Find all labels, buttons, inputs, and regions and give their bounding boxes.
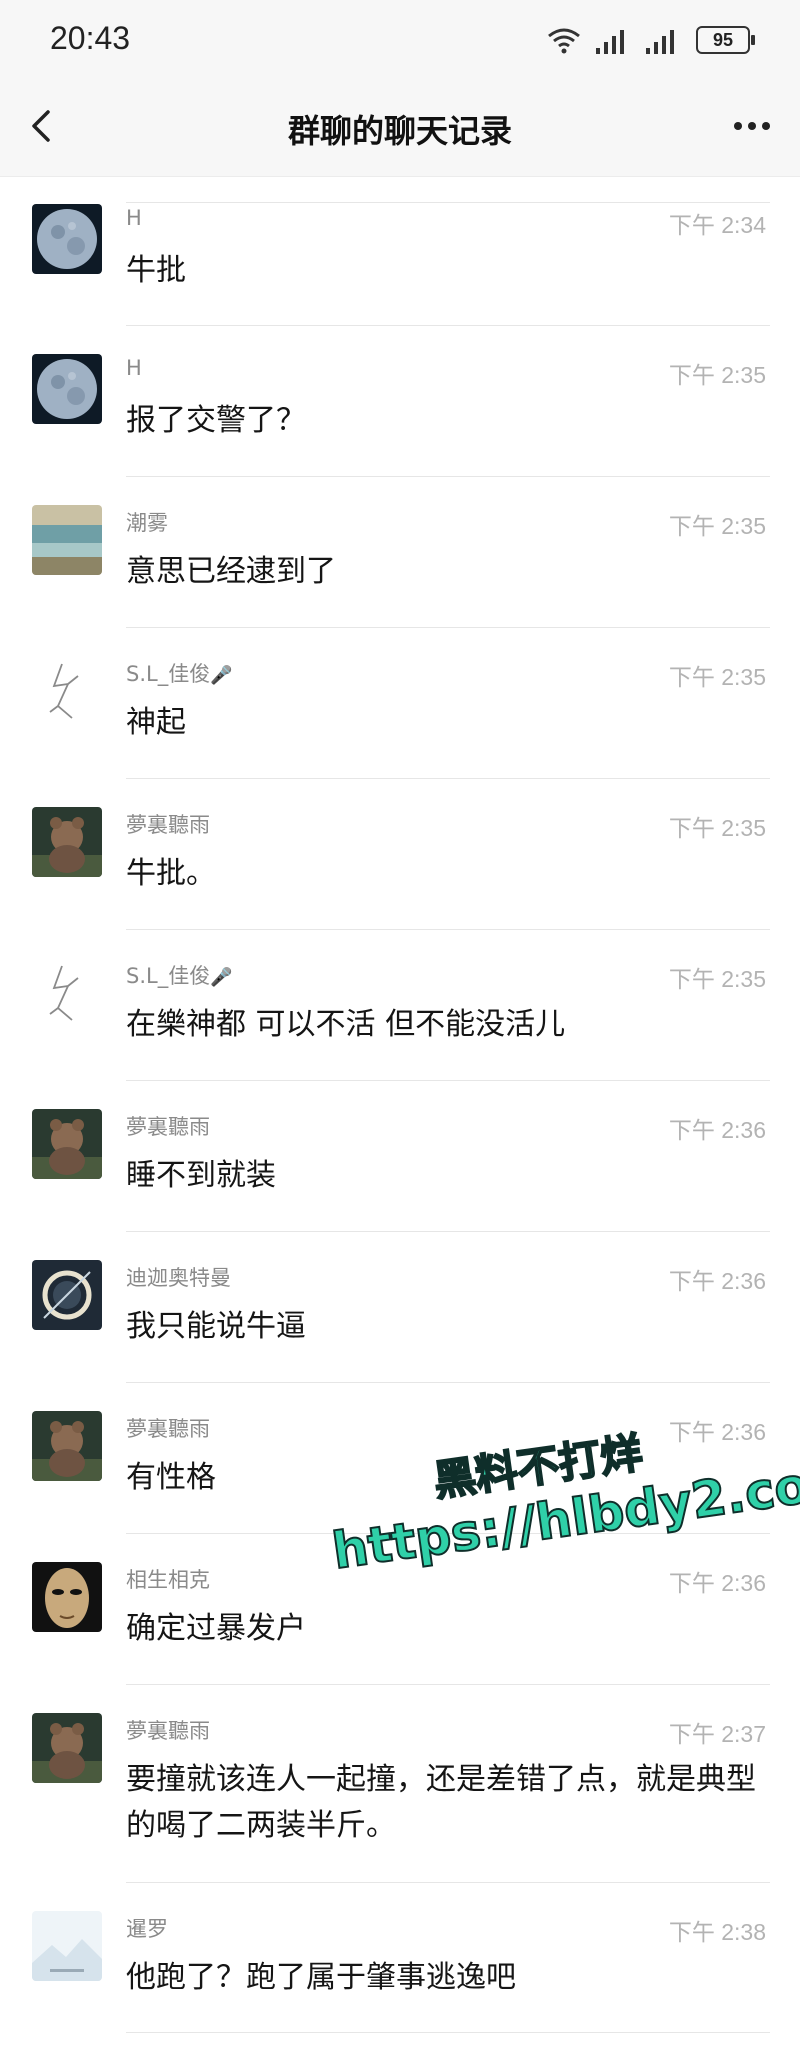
message-time: 下午 2:38	[668, 1919, 766, 1945]
message-text: 要撞就该连人一起撞，还是差错了点，就是典型的喝了二两装半斤。	[126, 1762, 756, 1843]
sender-name: 夢裏聽雨	[126, 1719, 210, 1743]
status-bar: 20:43 95	[0, 0, 800, 78]
signal-icon-1	[596, 30, 624, 54]
message-text: 牛批。	[126, 856, 216, 891]
avatar[interactable]	[32, 354, 102, 424]
microphone-icon: 🎤	[210, 665, 233, 686]
avatar[interactable]	[32, 204, 102, 274]
avatar[interactable]	[32, 1109, 102, 1179]
message-time: 下午 2:35	[668, 966, 766, 992]
message-time: 下午 2:36	[668, 1419, 766, 1445]
avatar[interactable]	[32, 656, 102, 726]
message-text: 我只能说牛逼	[126, 1309, 306, 1344]
sender-name: 夢裏聽雨	[126, 1417, 210, 1441]
sender-name: S.L_佳俊🎤	[126, 964, 233, 988]
status-time: 20:43	[50, 20, 131, 56]
message-text: 神起	[126, 705, 186, 740]
message-text: 牛批	[126, 253, 186, 288]
chat-message[interactable]: 暹罗 下午 2:38 他跑了？跑了属于肇事逃逸吧	[0, 1883, 800, 2033]
chat-message[interactable]: 相生相克 下午 2:36 确定过暴发户	[0, 1534, 800, 1685]
nav-bar: 群聊的聊天记录	[0, 78, 800, 177]
avatar[interactable]	[32, 1713, 102, 1783]
chat-message[interactable]: H 下午 2:34 牛批	[0, 176, 800, 326]
message-time: 下午 2:36	[668, 1268, 766, 1294]
sender-name: 迪迦奥特曼	[126, 1266, 231, 1290]
avatar[interactable]	[32, 1260, 102, 1330]
chat-message[interactable]: 夢裏聽雨 下午 2:37 要撞就该连人一起撞，还是差错了点，就是典型的喝了二两装半斤…	[0, 1685, 800, 1883]
message-text: 确定过暴发户	[126, 1611, 306, 1646]
message-time: 下午 2:36	[668, 1570, 766, 1596]
message-text: 报了交警了？	[126, 403, 306, 438]
message-text: 他跑了？跑了属于肇事逃逸吧	[126, 1960, 516, 1995]
message-time: 下午 2:34	[668, 212, 766, 238]
avatar[interactable]	[32, 1911, 102, 1981]
battery-icon: 95	[696, 26, 755, 54]
microphone-icon: 🎤	[210, 967, 233, 988]
message-time: 下午 2:35	[668, 815, 766, 841]
page-title: 群聊的聊天记录	[287, 112, 512, 150]
chat-message[interactable]: 夢裏聽雨 下午 2:35 牛批。	[0, 779, 800, 930]
message-time: 下午 2:37	[668, 1721, 766, 1747]
avatar[interactable]	[32, 958, 102, 1028]
wifi-icon	[548, 28, 580, 54]
avatar[interactable]	[32, 505, 102, 575]
divider	[126, 2032, 770, 2033]
message-time: 下午 2:35	[668, 513, 766, 539]
chat-message[interactable]: 潮雾 下午 2:35 意思已经逮到了	[0, 477, 800, 628]
sender-name: 相生相克	[126, 1568, 210, 1592]
avatar[interactable]	[32, 807, 102, 877]
sender-name: 暹罗	[126, 1917, 168, 1941]
message-text: 有性格	[126, 1460, 216, 1495]
status-icons: 95	[546, 22, 755, 58]
avatar[interactable]	[32, 1562, 102, 1632]
message-text: 在樂神都 可以不活 但不能没活儿	[126, 1007, 566, 1042]
message-text: 意思已经逮到了	[126, 554, 336, 589]
sender-name: S.L_佳俊🎤	[126, 662, 233, 686]
sender-name: 夢裏聽雨	[126, 1115, 210, 1139]
chat-message[interactable]: S.L_佳俊🎤 下午 2:35 在樂神都 可以不活 但不能没活儿	[0, 930, 800, 1081]
avatar[interactable]	[32, 1411, 102, 1481]
signal-icon-2	[646, 30, 674, 54]
sender-name: 潮雾	[126, 511, 168, 535]
sender-name: H	[126, 206, 142, 230]
message-time: 下午 2:36	[668, 1117, 766, 1143]
chat-message[interactable]: 夢裏聽雨 下午 2:36 有性格	[0, 1383, 800, 1534]
message-time: 下午 2:35	[668, 664, 766, 690]
sender-name: 夢裏聽雨	[126, 813, 210, 837]
more-options-icon[interactable]	[728, 110, 776, 142]
chat-message[interactable]: 夢裏聽雨 下午 2:36 睡不到就装	[0, 1081, 800, 1232]
chat-message[interactable]: 迪迦奥特曼 下午 2:36 我只能说牛逼	[0, 1232, 800, 1383]
message-time: 下午 2:35	[668, 362, 766, 388]
message-text: 睡不到就装	[126, 1158, 276, 1193]
chat-message[interactable]: H 下午 2:35 报了交警了？	[0, 326, 800, 477]
sender-name: H	[126, 356, 142, 380]
chat-message[interactable]: S.L_佳俊🎤 下午 2:35 神起	[0, 628, 800, 779]
